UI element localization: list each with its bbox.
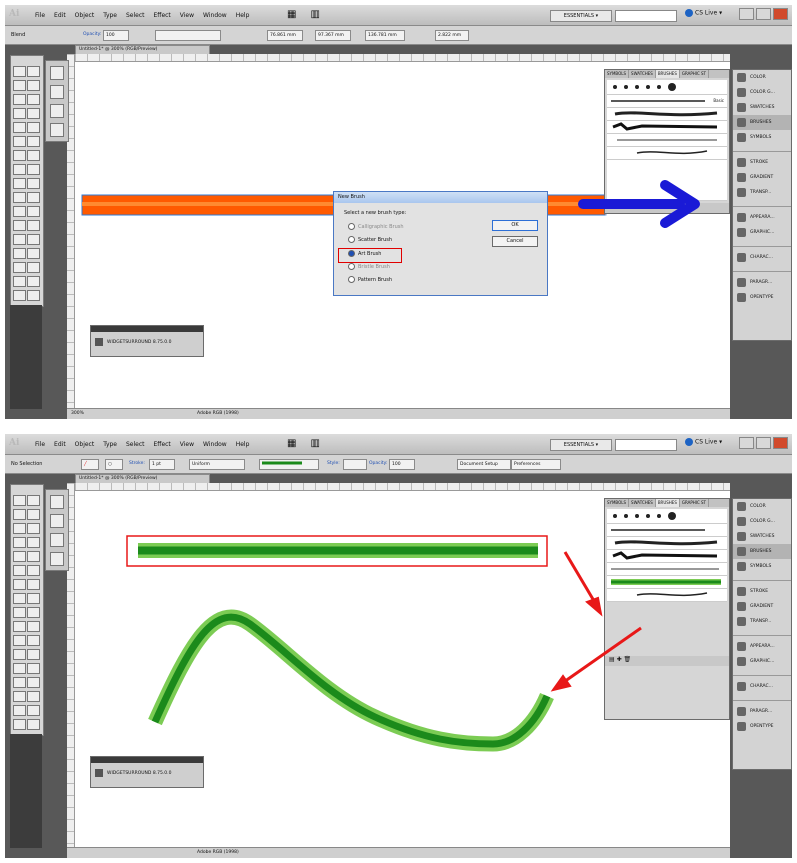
radio-icon <box>348 236 355 243</box>
cancel-button[interactable]: Cancel <box>492 236 538 247</box>
radio-icon <box>348 263 355 270</box>
plugin-panel: WIDGETSURROUND 8.75.0.0 <box>90 756 204 788</box>
status-bar: Adobe RGB (1998) <box>67 847 730 858</box>
option-bristle-brush[interactable]: Bristle Brush <box>348 263 390 270</box>
dialog-title: New Brush <box>334 192 547 203</box>
new-brush-dialog: New Brush Select a new brush type: Calli… <box>333 191 548 296</box>
screenshot-top: Ai File Edit Object Type Select Effect V… <box>5 5 792 419</box>
zoom-level[interactable]: 300% <box>71 411 84 416</box>
radio-icon <box>348 276 355 283</box>
red-arrow-2-shaft <box>560 626 642 686</box>
radio-icon <box>348 223 355 230</box>
curved-green-stroke[interactable] <box>148 609 554 752</box>
straight-green-stroke-core <box>138 546 538 555</box>
color-profile-status[interactable]: Adobe RGB (1998) <box>197 850 239 855</box>
option-calligraphic-brush[interactable]: Calligraphic Brush <box>348 223 404 230</box>
plugin-panel: WIDGETSURROUND 8.75.0.0 <box>90 325 204 357</box>
artwork-layer <box>126 535 642 752</box>
red-arrow-1-head <box>585 596 603 617</box>
option-scatter-brush[interactable]: Scatter Brush <box>348 236 392 243</box>
color-profile-status[interactable]: Adobe RGB (1998) <box>197 411 239 416</box>
ok-button[interactable]: OK <box>492 220 538 231</box>
plugin-panel-body[interactable]: WIDGETSURROUND 8.75.0.0 <box>91 763 203 783</box>
plugin-panel-body[interactable]: WIDGETSURROUND 8.75.0.0 <box>91 332 203 352</box>
curved-green-stroke-core <box>151 613 551 748</box>
screenshot-bottom: Ai File Edit Object Type Select Effect V… <box>5 434 792 858</box>
red-arrow-1-shaft <box>563 551 599 607</box>
status-bar: 300% Adobe RGB (1998) <box>67 408 730 419</box>
plugin-icon <box>95 769 103 777</box>
option-pattern-brush[interactable]: Pattern Brush <box>348 276 392 283</box>
plugin-icon <box>95 338 103 346</box>
art-brush-highlight <box>338 248 402 263</box>
dialog-prompt: Select a new brush type: <box>344 210 407 216</box>
